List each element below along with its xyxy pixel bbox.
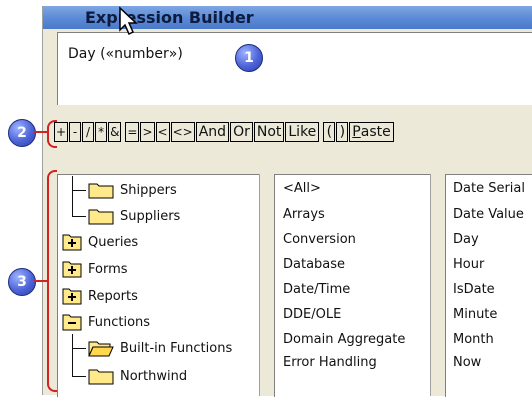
ampersand-button[interactable]: & (108, 122, 122, 142)
plus-folder-icon (62, 288, 82, 305)
multiply-button[interactable]: * (95, 122, 108, 142)
category-item[interactable]: Conversion (283, 232, 356, 247)
tree-item-label: Queries (88, 234, 139, 250)
plus-folder-icon (62, 261, 82, 278)
open-paren-button[interactable]: ( (323, 122, 336, 142)
callout-2: 2 (8, 119, 36, 147)
close-paren-button[interactable]: ) (336, 122, 349, 142)
tree-item-label: Forms (88, 261, 128, 277)
divide-button[interactable]: / (82, 122, 95, 142)
plus-folder-icon (62, 234, 82, 251)
open-folder-icon (88, 341, 114, 357)
window-title: Expression Builder (85, 8, 254, 27)
category-item[interactable]: <All> (283, 181, 321, 196)
tree-item-northwind[interactable]: Northwind (88, 367, 187, 385)
mouse-cursor-icon (119, 6, 138, 36)
folder-icon (88, 209, 114, 225)
expression-box[interactable]: Day («number») (57, 32, 532, 105)
callout-3: 3 (8, 268, 36, 296)
tree-line (72, 334, 73, 376)
tree-item-label: Shippers (120, 182, 177, 198)
tree-item-queries[interactable]: Queries (62, 233, 138, 251)
tree-line (72, 376, 86, 377)
tree-item-built-in-functions[interactable]: Built-in Functions (88, 339, 232, 357)
minus-folder-icon (62, 314, 82, 331)
operator-toolbar: + - / * & = > < <> And Or Not Like ( ) P… (54, 120, 395, 144)
category-item[interactable]: Database (283, 257, 345, 272)
callout-3-line (34, 280, 48, 282)
tree-item-suppliers[interactable]: Suppliers (88, 207, 180, 225)
paste-label: aste (360, 124, 391, 140)
greater-than-button[interactable]: > (140, 122, 155, 142)
tree-item-forms[interactable]: Forms (62, 260, 128, 278)
tree-item-functions[interactable]: Functions (62, 313, 150, 331)
tree-line (72, 348, 86, 349)
not-button[interactable]: Not (253, 122, 285, 142)
equals-button[interactable]: = (125, 122, 140, 142)
like-button[interactable]: Like (285, 122, 320, 142)
function-item[interactable]: Date Value (453, 207, 524, 222)
callout-1: 1 (235, 44, 263, 72)
function-item[interactable]: Hour (453, 257, 484, 272)
tree-line (72, 216, 86, 217)
function-item[interactable]: IsDate (453, 282, 495, 297)
function-item[interactable]: Month (453, 332, 494, 347)
or-button[interactable]: Or (230, 122, 253, 142)
category-item[interactable]: Arrays (283, 207, 325, 222)
tree-line (72, 176, 73, 216)
tree-line (72, 190, 86, 191)
tree-item-label: Reports (88, 288, 138, 304)
title-bar: Expression Builder (43, 6, 532, 29)
folder-icon (88, 183, 114, 199)
not-equal-button[interactable]: <> (170, 122, 195, 142)
category-item[interactable]: Date/Time (283, 282, 350, 297)
paste-button[interactable]: Paste (349, 122, 394, 142)
function-item[interactable]: Day (453, 232, 479, 247)
and-button[interactable]: And (195, 122, 230, 142)
category-item[interactable]: Error Handling (283, 355, 377, 370)
function-item[interactable]: Date Serial (453, 181, 525, 196)
lists-bracket (47, 170, 57, 392)
folder-icon (88, 369, 114, 385)
category-scrollbar[interactable] (430, 174, 446, 396)
paste-mnemonic: P (352, 124, 361, 140)
expression-text: Day («number») (68, 46, 183, 62)
less-than-button[interactable]: < (155, 122, 170, 142)
function-item[interactable]: Now (453, 355, 481, 370)
tree-item-label: Northwind (120, 368, 188, 384)
tree-item-label: Suppliers (120, 208, 181, 224)
category-item[interactable]: Domain Aggregate (283, 332, 405, 347)
tree-item-shippers[interactable]: Shippers (88, 181, 177, 199)
callout-2-line (34, 131, 48, 133)
tree-item-label: Built-in Functions (120, 340, 233, 356)
tree-item-reports[interactable]: Reports (62, 287, 138, 305)
minus-button[interactable]: - (69, 122, 82, 142)
function-item[interactable]: Minute (453, 307, 497, 322)
tree-item-label: Functions (88, 314, 151, 330)
plus-button[interactable]: + (54, 122, 69, 142)
category-item[interactable]: DDE/OLE (283, 307, 341, 322)
tree-scrollbar[interactable] (259, 174, 275, 396)
